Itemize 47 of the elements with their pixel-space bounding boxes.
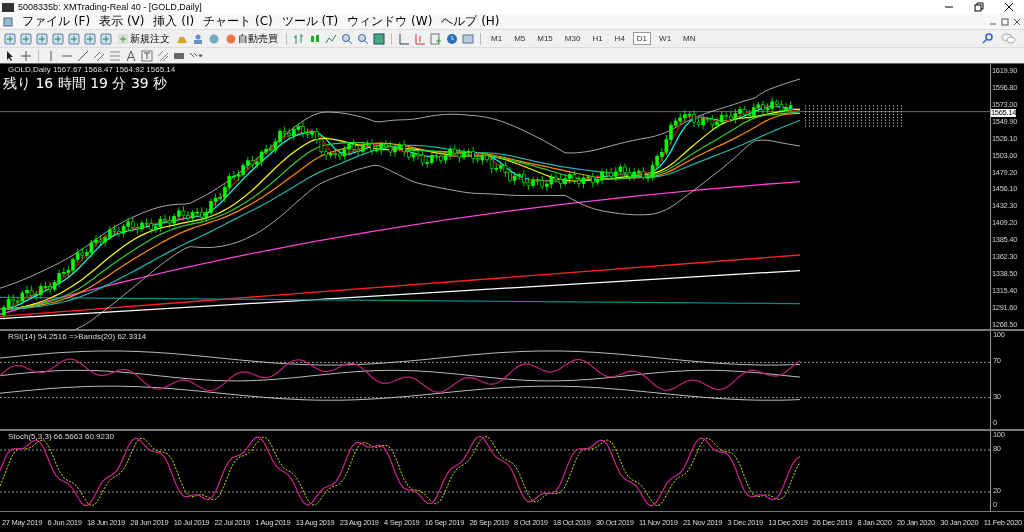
indicators-icon[interactable]: [430, 32, 442, 45]
menu-item[interactable]: チャート (C): [203, 13, 273, 30]
timeframe-button[interactable]: MN: [679, 32, 700, 45]
line-chart-icon[interactable]: [325, 32, 337, 45]
auto-trading-button[interactable]: 自動売買: [224, 31, 280, 46]
clock-icon[interactable]: [446, 32, 458, 45]
channel-icon[interactable]: [93, 49, 105, 62]
autoscroll-icon[interactable]: [414, 32, 426, 45]
chart-shift-icon[interactable]: [398, 32, 410, 45]
timeframe-button[interactable]: M5: [510, 32, 530, 45]
window-title: 5008335b: XMTrading-Real 40 - [GOLD,Daily]: [18, 2, 202, 12]
menu-item[interactable]: ツール (T): [281, 13, 339, 30]
trendline-icon[interactable]: [77, 49, 89, 62]
candlestick-icon[interactable]: [309, 32, 321, 45]
menu-item[interactable]: 挿入 (I): [153, 13, 195, 30]
timeframe-button[interactable]: W1: [655, 32, 676, 45]
new-chart-icon[interactable]: [4, 32, 16, 45]
timeframe-button[interactable]: H4: [610, 32, 629, 45]
timeframe-button[interactable]: M1: [487, 32, 507, 45]
document-icon[interactable]: [3, 16, 13, 27]
countdown-text: 残り 16 時間 19 分 39 秒: [3, 75, 168, 93]
chat-icon[interactable]: [1001, 33, 1016, 44]
rsi-label: RSI(14) 54.2516 =>Bands(20) 62.3314: [8, 332, 147, 341]
restore-icon[interactable]: [974, 2, 984, 12]
zoom-out-icon[interactable]: [357, 32, 369, 45]
people-icon[interactable]: [192, 32, 204, 45]
timeframe-button[interactable]: D1: [632, 32, 652, 45]
menu-item[interactable]: ファイル (F): [22, 13, 91, 30]
chart-header: GOLD,Daily 1567.67 1568.47 1564.92 1565.14: [8, 65, 176, 74]
plus-icon: [118, 33, 128, 44]
zoom-in-icon[interactable]: [341, 32, 353, 45]
timeframe-button[interactable]: M30: [560, 32, 585, 45]
text-tool-icon[interactable]: [125, 49, 137, 62]
cursor-icon[interactable]: [4, 49, 16, 62]
stochastic-label: Stoch(5,3,3) 66.5663 60.9230: [8, 432, 114, 441]
hatch-icon[interactable]: [157, 49, 169, 62]
new-order-button[interactable]: 新規注文: [116, 31, 172, 46]
menu-item[interactable]: ヘルプ (H): [441, 13, 500, 30]
timeframe-button[interactable]: M15: [533, 32, 557, 45]
close-icon[interactable]: [1013, 17, 1021, 26]
app-icon: [2, 2, 14, 12]
search-icon[interactable]: [982, 33, 993, 44]
close-icon[interactable]: [1004, 2, 1014, 12]
menu-item[interactable]: 表示 (V): [99, 13, 145, 30]
timeframe-button[interactable]: H1: [588, 32, 607, 45]
menu-item[interactable]: ウィンドウ (W): [347, 13, 433, 30]
bar-chart-icon[interactable]: [293, 32, 305, 45]
